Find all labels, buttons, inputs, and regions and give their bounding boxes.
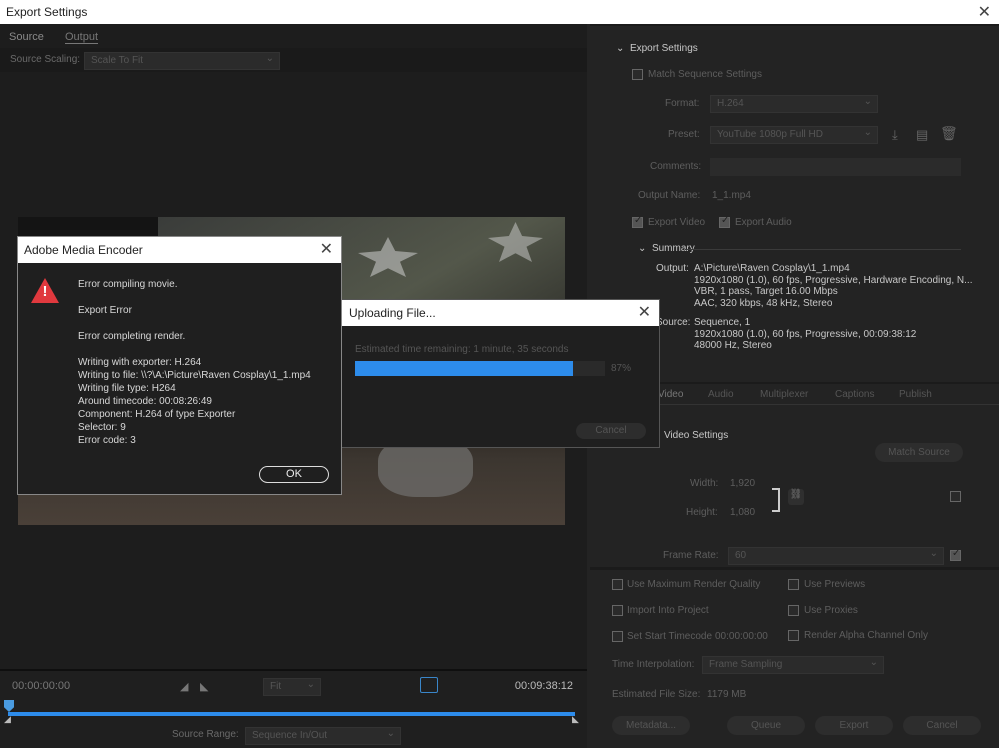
width-value[interactable]: 1,920: [730, 478, 755, 489]
window-titlebar: Export Settings ✕: [0, 0, 999, 24]
frame-rate-checkbox[interactable]: [950, 548, 961, 561]
est-size-label: Estimated File Size:: [612, 689, 701, 700]
tab-video[interactable]: Video: [658, 389, 683, 400]
ok-button[interactable]: OK: [259, 466, 329, 483]
width-label: Width:: [690, 478, 719, 489]
scale-checkbox[interactable]: [950, 491, 961, 502]
match-sequence-checkbox[interactable]: [632, 69, 643, 80]
time-interp-dropdown[interactable]: Frame Sampling: [702, 656, 884, 674]
upload-progress-fill: [355, 361, 573, 376]
frame-rate-dropdown[interactable]: 60: [728, 547, 944, 565]
time-interp-label: Time Interpolation:: [612, 659, 695, 670]
export-audio-label: Export Audio: [735, 217, 792, 228]
preset-dropdown[interactable]: YouTube 1080p Full HD: [710, 126, 878, 144]
tab-source[interactable]: Source: [9, 31, 44, 43]
comments-input[interactable]: [710, 158, 961, 176]
format-dropdown[interactable]: H.264: [710, 95, 878, 113]
start-timecode-label: Set Start Timecode: [627, 631, 713, 642]
tab-captions[interactable]: Captions: [835, 389, 874, 400]
source-summary: Sequence, 1 1920x1080 (1.0), 60 fps, Pro…: [694, 317, 917, 351]
source-range-dropdown[interactable]: Sequence In/Out: [245, 727, 401, 745]
export-video-checkbox[interactable]: [632, 215, 643, 228]
import-project-checkbox[interactable]: [612, 605, 623, 616]
error-icon: !: [31, 278, 59, 303]
upload-dialog: Uploading File... ✕ Estimated time remai…: [340, 299, 660, 448]
export-settings-header[interactable]: ⌄ Export Settings: [616, 43, 698, 54]
timecode-end: 00:09:38:12: [514, 680, 573, 692]
tab-audio[interactable]: Audio: [708, 389, 734, 400]
queue-button[interactable]: Queue: [727, 716, 805, 735]
timeline-range-bar[interactable]: [8, 712, 575, 716]
comments-label: Comments:: [650, 161, 702, 172]
output-name-link[interactable]: 1_1.mp4: [712, 190, 751, 201]
export-video-label: Export Video: [648, 217, 706, 228]
start-timecode-value[interactable]: 00:00:00:00: [715, 631, 768, 642]
error-message: Error compiling movie. Export Error Erro…: [78, 279, 311, 446]
timecode-start: 00:00:00:00: [12, 680, 71, 692]
frame-rate-label: Frame Rate:: [663, 550, 719, 561]
use-previews-label: Use Previews: [804, 579, 866, 590]
height-value[interactable]: 1,080: [730, 507, 755, 518]
link-icon[interactable]: ⛓: [788, 489, 804, 505]
output-summary-label: Output:: [656, 263, 689, 274]
output-name-label: Output Name:: [638, 190, 701, 201]
error-dialog-header: Adobe Media Encoder ✕: [18, 237, 341, 263]
match-source-button[interactable]: Match Source: [875, 443, 963, 462]
max-render-checkbox[interactable]: [612, 579, 623, 590]
metadata-button[interactable]: Metadata...: [612, 716, 690, 735]
delete-preset-icon[interactable]: 🗑: [940, 125, 958, 142]
close-icon[interactable]: ✕: [978, 2, 991, 22]
error-dialog: Adobe Media Encoder ✕ ! Error compiling …: [17, 236, 342, 495]
cancel-button[interactable]: Cancel: [903, 716, 981, 735]
export-button[interactable]: Export: [815, 716, 893, 735]
source-summary-label: Source:: [656, 317, 691, 328]
render-alpha-label: Render Alpha Channel Only: [804, 630, 928, 641]
import-preset-icon[interactable]: ▤: [916, 127, 928, 143]
mark-in-icon[interactable]: ◢: [180, 680, 188, 693]
import-project-label: Import Into Project: [627, 605, 709, 616]
source-scaling-label: Source Scaling:: [10, 54, 81, 65]
upload-progress-track: [355, 361, 605, 376]
start-timecode-checkbox[interactable]: [612, 631, 623, 642]
export-audio-checkbox[interactable]: [719, 215, 730, 228]
output-summary: A:\Picture\Raven Cosplay\1_1.mp4 1920x10…: [694, 263, 973, 309]
height-label: Height:: [686, 507, 718, 518]
tab-multiplexer[interactable]: Multiplexer: [760, 389, 808, 400]
tab-publish[interactable]: Publish: [899, 389, 932, 400]
aspect-icon[interactable]: [420, 677, 438, 693]
source-scaling-dropdown[interactable]: Scale To Fit: [84, 52, 280, 70]
video-settings-header[interactable]: ⌄ Video Settings: [650, 430, 728, 441]
use-proxies-checkbox[interactable]: [788, 605, 799, 616]
est-size-value: 1179 MB: [707, 689, 747, 700]
error-dialog-title: Adobe Media Encoder: [24, 243, 143, 257]
upload-dialog-header: Uploading File... ✕: [341, 300, 659, 326]
mark-out-icon[interactable]: ◣: [200, 680, 208, 693]
upload-dialog-title: Uploading File...: [349, 306, 436, 320]
use-previews-checkbox[interactable]: [788, 579, 799, 590]
window-title: Export Settings: [6, 5, 88, 19]
close-icon[interactable]: ✕: [638, 302, 651, 322]
use-proxies-label: Use Proxies: [804, 605, 858, 616]
format-label: Format:: [665, 98, 700, 109]
upload-cancel-button[interactable]: Cancel: [576, 423, 646, 439]
render-alpha-checkbox[interactable]: [788, 630, 799, 641]
save-preset-icon[interactable]: ⤓: [892, 127, 898, 143]
in-point-icon[interactable]: ◢: [4, 714, 11, 725]
out-point-icon[interactable]: ◣: [572, 714, 579, 725]
tab-output[interactable]: Output: [65, 31, 99, 44]
upload-percent: 87%: [611, 363, 632, 374]
match-sequence-label: Match Sequence Settings: [648, 69, 762, 80]
upload-estimate: Estimated time remaining: 1 minute, 35 s…: [355, 344, 569, 355]
source-range-label: Source Range:: [172, 729, 239, 740]
close-icon[interactable]: ✕: [320, 239, 333, 259]
preset-label: Preset:: [668, 129, 700, 140]
fit-dropdown[interactable]: Fit: [263, 678, 321, 696]
link-bracket: [772, 488, 780, 512]
max-render-label: Use Maximum Render Quality: [627, 579, 761, 590]
